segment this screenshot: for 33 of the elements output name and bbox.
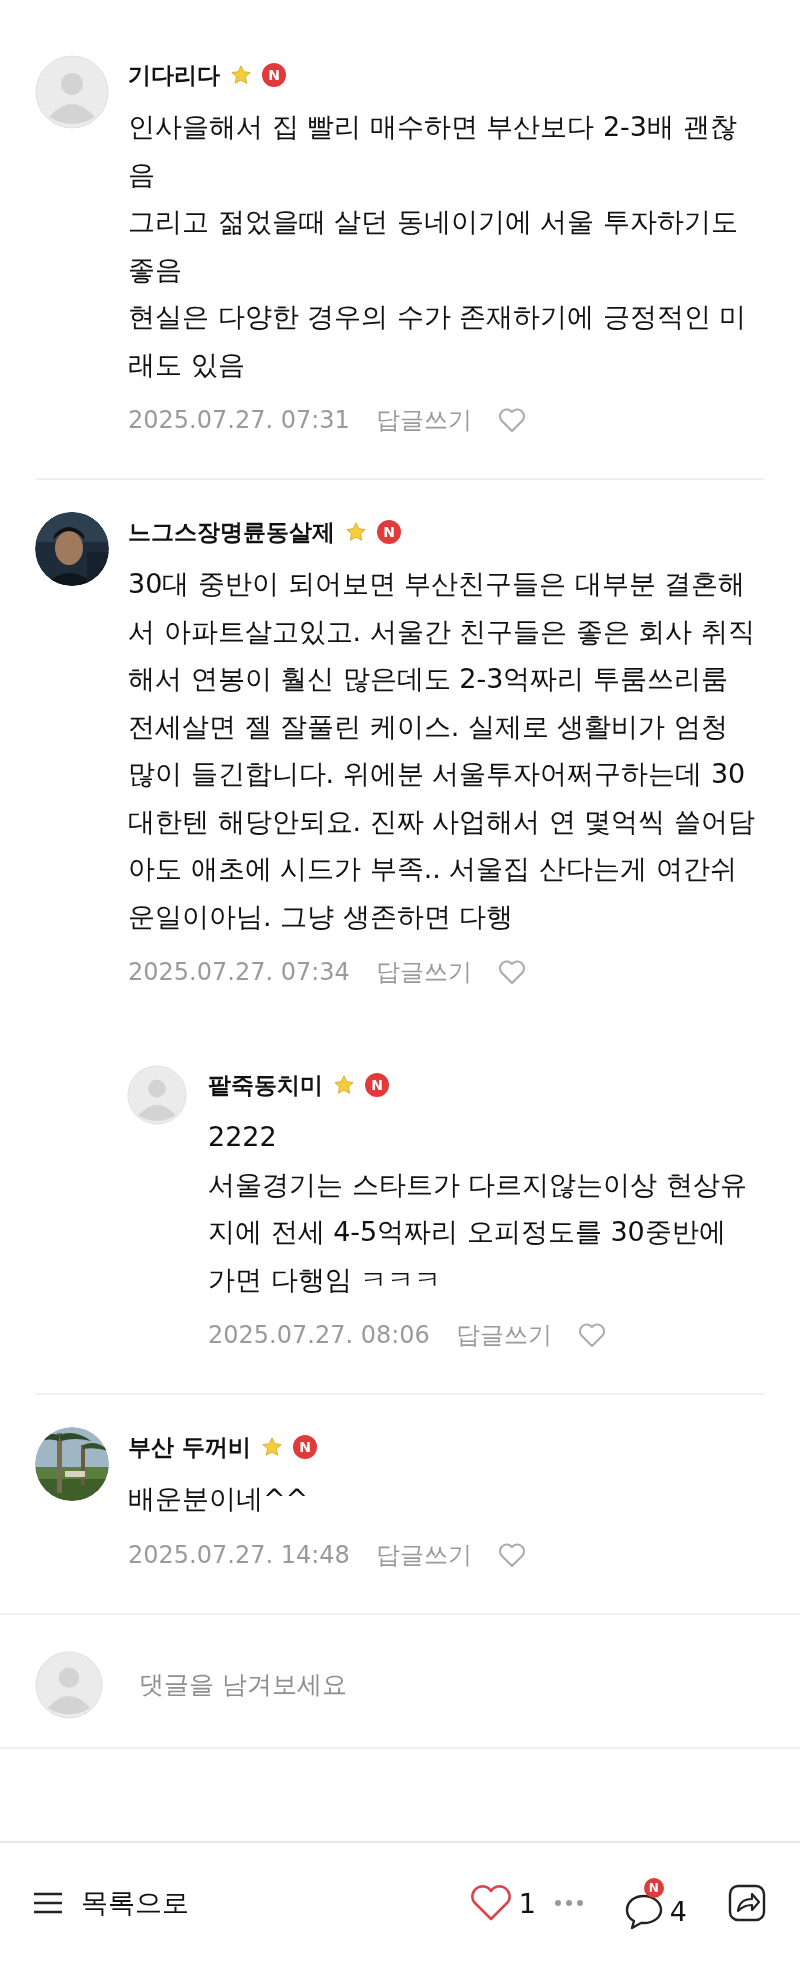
new-badge: N (262, 63, 286, 87)
new-badge: N (643, 1878, 664, 1898)
share-icon[interactable] (727, 1883, 767, 1923)
list-button[interactable]: 목록으로 (33, 1885, 189, 1921)
heart-icon (468, 1884, 513, 1922)
author-name[interactable]: 기다리다 (128, 59, 220, 91)
comment-text: 30대 중반이 되어보면 부산친구들은 대부분 결혼해서 아파트살고있고. 서울간 친구들은 좋은 회사 취직해서 연봉이 훨신 많은데도 2-3억짜리 투룸쓰리룸 전세살면 젤 잘풀린 케이스. 실제로 생활비가 엄청 많이 들긴합니다. 위에분 서울투자어쩌구하는데 30대한텐 해당안되요. 진짜 사업해서 연 몇억씩 쓸어담아도 애초에 시드가 부족.. 서울집 산다는게 여간쉬운일이아님. 그냥 생존하면 다행 (128, 567, 756, 934)
author-name[interactable]: 느그스장명륜동살제 (128, 516, 335, 548)
speech-bubble-icon (623, 1892, 664, 1930)
comment-text: 2222 서울경기는 스타트가 다르지않는이상 현상유지에 전세 4-5억짜리 오피정도를 30중반에 가면 다행임 ㅋㅋㅋ (208, 1120, 748, 1297)
heart-icon[interactable] (497, 959, 526, 985)
avatar (35, 1650, 103, 1719)
comment-date: 2025.07.27. 08:06 (208, 1321, 430, 1349)
comment-text: 인사을해서 집 빨리 매수하면 부산보다 2-3배 괜찮음 그리고 젊었을때 살던 동네이기에 서울 투자하기도 좋음 현실은 다양한 경우의 수가 존재하기에 긍정적인 미래도 있음 (128, 110, 748, 382)
avatar[interactable] (127, 1065, 187, 1125)
avatar[interactable] (35, 55, 109, 129)
comment-date: 2025.07.27. 07:31 (128, 406, 350, 434)
comment-input-field[interactable]: 댓글을 남겨보세요 (137, 1669, 765, 1700)
comments-button[interactable]: N 4 (623, 1876, 687, 1930)
menu-icon (33, 1891, 63, 1915)
comment-text: 배운분이네^^ (128, 1482, 310, 1516)
comment-date: 2025.07.27. 14:48 (128, 1540, 350, 1569)
new-badge: N (365, 1073, 389, 1097)
author-name[interactable]: 부산 두꺼비 (128, 1431, 251, 1463)
heart-icon[interactable] (497, 1541, 526, 1568)
author-name[interactable]: 팥죽동치미 (208, 1069, 323, 1101)
comment-date: 2025.07.27. 07:34 (128, 958, 350, 986)
new-badge: N (293, 1435, 317, 1459)
like-button[interactable]: 1 (468, 1884, 536, 1922)
heart-icon[interactable] (497, 407, 526, 433)
heart-icon[interactable] (577, 1322, 606, 1348)
new-badge: N (377, 520, 401, 544)
more-icon[interactable] (553, 1899, 584, 1907)
